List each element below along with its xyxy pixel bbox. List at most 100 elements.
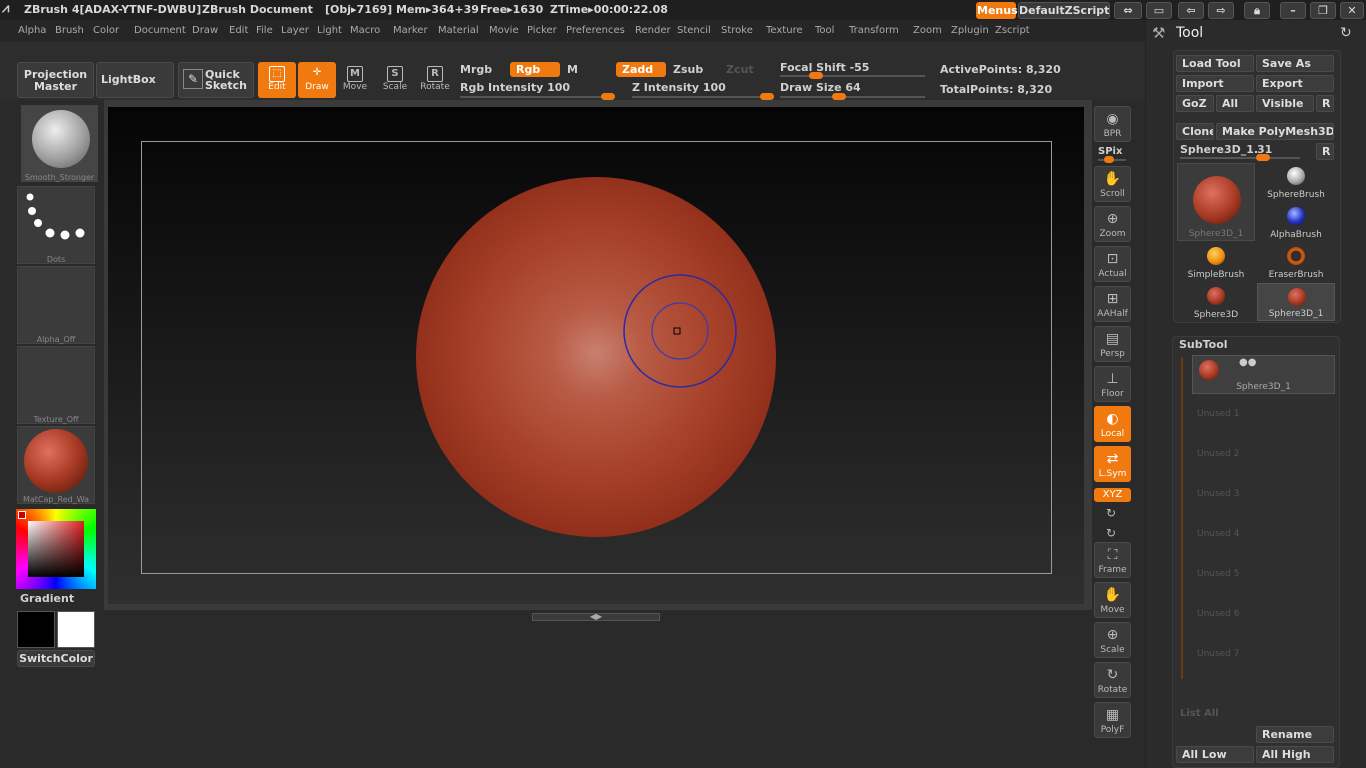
document-canvas[interactable]: [108, 107, 1084, 604]
make-polymesh-button[interactable]: Make PolyMesh3D: [1216, 123, 1334, 140]
color-picker-square[interactable]: [28, 521, 84, 577]
m-button[interactable]: M: [567, 63, 578, 76]
tool-thumb-simplebrush[interactable]: SimpleBrush: [1177, 243, 1255, 281]
menu-alpha[interactable]: Alpha: [18, 25, 46, 36]
quick-sketch-button[interactable]: ✎ Quick Sketch: [178, 62, 254, 98]
rotate-button[interactable]: ↻ Rotate: [1094, 662, 1131, 698]
menus-button[interactable]: Menus: [976, 2, 1018, 19]
menu-edit[interactable]: Edit: [229, 25, 248, 36]
polyf-button[interactable]: ▦ PolyF: [1094, 702, 1131, 738]
gradient-label[interactable]: Gradient: [20, 592, 74, 605]
load-tool-button[interactable]: Load Tool: [1176, 55, 1254, 72]
menu-transform[interactable]: Transform: [849, 25, 899, 36]
bpr-button[interactable]: ◉ BPR: [1094, 106, 1131, 142]
restore-icon[interactable]: ❐: [1310, 2, 1336, 19]
rgb-button[interactable]: Rgb: [510, 62, 560, 77]
tool-r-button[interactable]: R: [1316, 143, 1334, 160]
rotate-mode-button[interactable]: R Rotate: [416, 62, 454, 98]
rotate-axis-icon[interactable]: ↻: [1106, 506, 1116, 520]
all-high-button[interactable]: All High: [1256, 746, 1334, 763]
stroke-thumbnail[interactable]: Dots: [17, 186, 95, 264]
menu-preferences[interactable]: Preferences: [566, 25, 625, 36]
tool-thumb-sphere3d_1[interactable]: Sphere3D_1: [1177, 163, 1255, 241]
tool-thumb-sphere3d_1[interactable]: Sphere3D_1: [1257, 283, 1335, 321]
move-mode-button[interactable]: M Move: [336, 62, 374, 98]
rename-button[interactable]: Rename: [1256, 726, 1334, 743]
actual-button[interactable]: ⊡ Actual: [1094, 246, 1131, 282]
refresh-icon[interactable]: ↻: [1340, 25, 1352, 41]
edit-mode-button[interactable]: ⬚ Edit: [258, 62, 296, 98]
doc-fwd-icon[interactable]: ⇨: [1208, 2, 1234, 19]
subtool-eye-icon[interactable]: ●●: [1239, 357, 1256, 368]
lsym-button[interactable]: ⇄ L.Sym: [1094, 446, 1131, 482]
menu-zoom[interactable]: Zoom: [913, 25, 942, 36]
menu-marker[interactable]: Marker: [393, 25, 428, 36]
lock-icon[interactable]: 🔒︎: [1244, 2, 1270, 19]
menu-draw[interactable]: Draw: [192, 25, 218, 36]
aahalf-button[interactable]: ⊞ AAHalf: [1094, 286, 1131, 322]
alpha-thumbnail[interactable]: Alpha_Off: [17, 266, 95, 344]
rgb-intensity-slider[interactable]: [460, 93, 615, 100]
main-color-swatch[interactable]: [17, 611, 55, 648]
r-button[interactable]: R: [1316, 95, 1334, 112]
projection-master-button[interactable]: Projection Master: [17, 62, 94, 98]
tool-thumb-alphabrush[interactable]: AlphaBrush: [1257, 203, 1335, 241]
menu-movie[interactable]: Movie: [489, 25, 519, 36]
brush-thumbnail[interactable]: Smooth_Stronger: [21, 105, 98, 182]
color-picker[interactable]: [16, 509, 96, 589]
draw-mode-button[interactable]: ✛ Draw: [298, 62, 336, 98]
zsub-button[interactable]: Zsub: [673, 63, 703, 76]
minimize-icon[interactable]: –: [1280, 2, 1306, 19]
doc-back-icon[interactable]: ⇦: [1178, 2, 1204, 19]
switch-color-button[interactable]: SwitchColor: [17, 650, 95, 667]
menu-light[interactable]: Light: [317, 25, 342, 36]
frame-button[interactable]: ⛶ Frame: [1094, 542, 1131, 578]
menu-layer[interactable]: Layer: [281, 25, 309, 36]
subtool-slot[interactable]: Unused 2: [1197, 449, 1240, 459]
current-tool-name[interactable]: Sphere3D_1.: [1180, 143, 1258, 156]
material-thumbnail[interactable]: MatCap_Red_Wa: [17, 426, 95, 504]
menu-document[interactable]: Document: [134, 25, 186, 36]
menu-file[interactable]: File: [256, 25, 273, 36]
subtool-slot[interactable]: Unused 7: [1197, 649, 1240, 659]
tool-thumb-spherebrush[interactable]: SphereBrush: [1257, 163, 1335, 201]
layout-icon[interactable]: ▭: [1146, 2, 1172, 19]
clone-button[interactable]: Clone: [1176, 123, 1214, 140]
spix-slider[interactable]: [1098, 156, 1126, 163]
import-button[interactable]: Import: [1176, 75, 1254, 92]
menu-stencil[interactable]: Stencil: [677, 25, 711, 36]
tool-thumb-sphere3d[interactable]: Sphere3D: [1177, 283, 1255, 321]
move-button[interactable]: ✋ Move: [1094, 582, 1131, 618]
menu-picker[interactable]: Picker: [527, 25, 557, 36]
draw-size-slider[interactable]: [780, 93, 925, 100]
close-icon[interactable]: ✕: [1340, 2, 1364, 19]
subtool-slot[interactable]: Unused 5: [1197, 569, 1240, 579]
subtool-slot[interactable]: Unused 1: [1197, 409, 1240, 419]
export-button[interactable]: Export: [1256, 75, 1334, 92]
subtool-active-row[interactable]: ●● Sphere3D_1: [1192, 355, 1335, 394]
scale-mode-button[interactable]: S Scale: [376, 62, 414, 98]
menu-brush[interactable]: Brush: [55, 25, 84, 36]
menu-color[interactable]: Color: [93, 25, 119, 36]
z-intensity-slider[interactable]: [632, 93, 774, 100]
tool-slider[interactable]: [1180, 154, 1300, 161]
goz-button[interactable]: GoZ: [1176, 95, 1214, 112]
tool-thumb-eraserbrush[interactable]: EraserBrush: [1257, 243, 1335, 281]
xyz-button[interactable]: XYZ: [1094, 488, 1131, 502]
local-button[interactable]: ◐ Local: [1094, 406, 1131, 442]
list-all-button[interactable]: List All: [1180, 708, 1219, 719]
scale-button[interactable]: ⊕ Scale: [1094, 622, 1131, 658]
menu-zplugin[interactable]: Zplugin: [951, 25, 989, 36]
menu-tool[interactable]: Tool: [815, 25, 834, 36]
subtool-slot[interactable]: Unused 3: [1197, 489, 1240, 499]
rotate-axis-icon[interactable]: ↻: [1106, 526, 1116, 540]
zcut-button[interactable]: Zcut: [726, 63, 754, 76]
goz-all-button[interactable]: All: [1216, 95, 1254, 112]
default-zscript-button[interactable]: DefaultZScript: [1018, 2, 1110, 19]
menu-macro[interactable]: Macro: [350, 25, 380, 36]
texture-thumbnail[interactable]: Texture_Off: [17, 346, 95, 424]
menu-stroke[interactable]: Stroke: [721, 25, 753, 36]
subtool-slot[interactable]: Unused 4: [1197, 529, 1240, 539]
menu-texture[interactable]: Texture: [766, 25, 803, 36]
save-as-button[interactable]: Save As: [1256, 55, 1334, 72]
